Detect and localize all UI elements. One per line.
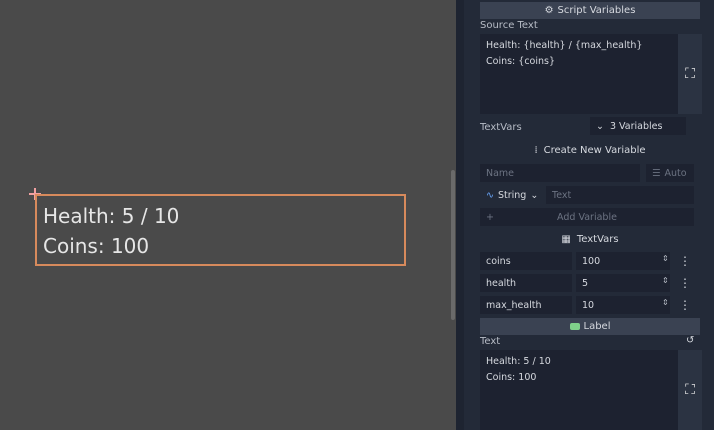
label-line-1: Health: 5 / 10	[43, 204, 180, 228]
variable-name: health	[486, 277, 517, 289]
string-type-icon: ∿	[486, 189, 494, 201]
source-text-line-2: Coins: {coins}	[486, 56, 556, 67]
variable-name-input[interactable]: Name	[480, 164, 640, 182]
variable-name-coins[interactable]: coins	[480, 252, 572, 270]
label-line-2: Coins: 100	[43, 234, 150, 258]
variable-value: 10	[582, 299, 595, 311]
variable-text-input[interactable]: Text	[546, 186, 694, 204]
list-icon: ☰	[652, 167, 661, 179]
textvars-section-title: TextVars	[576, 233, 619, 245]
text-label: Text	[480, 336, 501, 347]
auto-label: Auto	[664, 167, 687, 179]
variable-name-max-health[interactable]: max_health	[480, 296, 572, 314]
type-selector[interactable]: ∿ String ⌄	[480, 186, 544, 204]
text-line-2: Coins: 100	[486, 372, 537, 383]
kebab-icon[interactable]: ⋮	[679, 298, 691, 312]
textvars-section: ▦ TextVars	[480, 230, 700, 248]
name-placeholder: Name	[486, 167, 515, 179]
refresh-icon[interactable]: ↺	[686, 335, 694, 346]
variable-name: coins	[486, 255, 511, 267]
collapse-icon: ⌄	[596, 120, 604, 132]
textvars-icon: ▦	[561, 233, 571, 245]
spinner-icon[interactable]: ⇕	[662, 276, 669, 285]
textvars-count-field[interactable]: ⌄ 3 Variables	[590, 117, 686, 135]
add-variable-button[interactable]: + Add Variable	[480, 208, 694, 226]
create-new-variable-button[interactable]: ⁞ Create New Variable	[480, 141, 700, 159]
create-new-variable-label: Create New Variable	[543, 144, 646, 156]
source-text-line-1: Health: {health} / {max_health}	[486, 40, 643, 51]
chevron-down-icon: ⌄	[530, 189, 539, 201]
text-line-1: Health: 5 / 10	[486, 356, 551, 367]
add-variable-label: Add Variable	[557, 211, 617, 223]
expand-icon[interactable]: ⛶	[678, 350, 702, 430]
variable-value-coins[interactable]: 100	[576, 252, 670, 270]
type-selected: String	[497, 189, 527, 201]
auto-toggle[interactable]: ☰ Auto	[646, 164, 694, 182]
label-section-header[interactable]: Label	[480, 318, 700, 335]
source-text-editor[interactable]: Health: {health} / {max_health} Coins: {…	[480, 34, 678, 114]
textvars-label: TextVars	[480, 122, 522, 133]
spinner-icon[interactable]: ⇕	[662, 298, 669, 307]
label-section-title: Label	[583, 321, 611, 332]
expand-icon[interactable]: ⛶	[678, 34, 702, 114]
plus-icon: +	[486, 211, 494, 223]
variable-name-health[interactable]: health	[480, 274, 572, 292]
variable-value: 100	[582, 255, 601, 267]
text-placeholder: Text	[552, 189, 572, 201]
list-icon: ⁞	[534, 144, 538, 156]
script-variables-title: Script Variables	[557, 5, 636, 16]
viewport-scrollbar[interactable]	[451, 170, 455, 320]
source-text-label: Source Text	[480, 20, 538, 31]
gear-icon: ⚙	[544, 5, 554, 16]
inspector-panel: ⚙ Script Variables Source Text Health: {…	[456, 0, 714, 430]
variable-value-health[interactable]: 5	[576, 274, 670, 292]
label-node-selection[interactable]: Health: 5 / 10 Coins: 100	[35, 194, 406, 266]
script-variables-header[interactable]: ⚙ Script Variables	[480, 2, 700, 19]
spinner-icon[interactable]: ⇕	[662, 254, 669, 263]
textvars-count: 3 Variables	[609, 120, 663, 132]
inspector-content: ⚙ Script Variables Source Text Health: {…	[464, 0, 714, 430]
label-node-icon	[569, 323, 580, 330]
canvas-viewport[interactable]: Health: 5 / 10 Coins: 100	[0, 0, 456, 430]
variable-value: 5	[582, 277, 589, 289]
kebab-icon[interactable]: ⋮	[679, 276, 691, 290]
kebab-icon[interactable]: ⋮	[679, 254, 691, 268]
variable-value-max-health[interactable]: 10	[576, 296, 670, 314]
label-text-editor[interactable]: Health: 5 / 10 Coins: 100	[480, 350, 678, 430]
variable-name: max_health	[486, 299, 542, 311]
